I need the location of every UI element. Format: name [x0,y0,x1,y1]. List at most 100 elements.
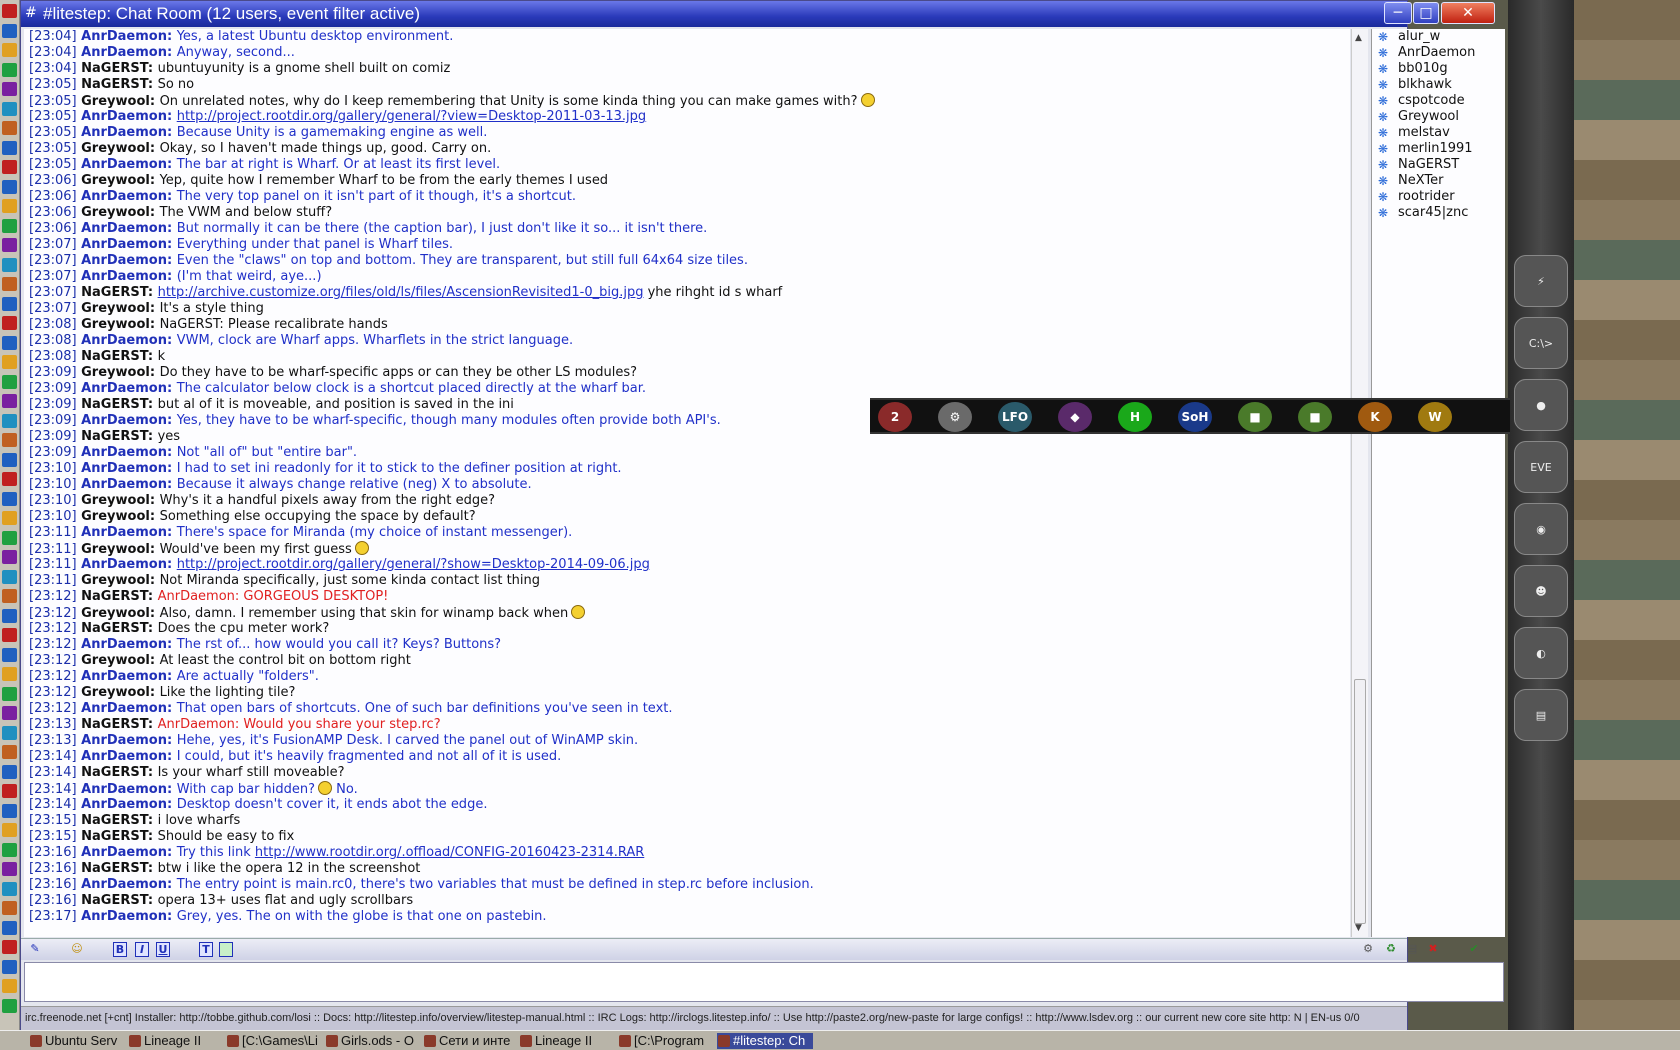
underline-button[interactable]: U [156,942,170,957]
wharf-shortcut[interactable]: 2 [878,402,912,432]
launcher-button[interactable] [2,686,17,701]
message-nick[interactable]: Greywool: [77,173,160,188]
launcher-button[interactable] [2,355,17,369]
message-nick[interactable]: AnrDaemon: [77,461,177,476]
user-list-item[interactable]: ❋ scar45|znc [1372,205,1505,221]
taskbar-button[interactable]: [C:\Program [618,1033,714,1049]
dock-tile[interactable]: ◐ [1514,627,1568,679]
cancel-icon[interactable]: ✖ [1426,942,1440,957]
scroll-up-arrow-icon[interactable]: ▲ [1355,33,1362,43]
message-link[interactable]: http://project.rootdir.org/gallery/gener… [177,109,646,124]
launcher-button[interactable] [2,628,17,642]
message-nick[interactable]: AnrDaemon: [77,125,177,140]
message-nick[interactable]: Greywool: [77,94,160,109]
settings-gear-icon[interactable]: ⚙ [1361,942,1375,957]
message-nick[interactable]: NaGERST: [77,829,158,844]
message-nick[interactable]: AnrDaemon: [77,157,177,172]
launcher-button[interactable] [2,959,17,974]
message-input[interactable] [25,963,1503,1001]
launcher-button[interactable] [2,335,17,350]
launcher-button[interactable] [2,121,17,135]
launcher-button[interactable] [2,706,17,720]
user-list-item[interactable]: ❋ cspotcode [1372,93,1505,109]
taskbar-button[interactable]: Ubuntu Serv [29,1033,125,1049]
taskbar-button[interactable]: Girls.ods - O [325,1033,421,1049]
list-icon[interactable]: ▤ [1405,942,1419,957]
message-nick[interactable]: NaGERST: [77,861,158,876]
message-nick[interactable]: AnrDaemon: [77,45,177,60]
launcher-button[interactable] [2,550,17,564]
launcher-button[interactable] [2,140,17,155]
filter-icon[interactable]: ♻ [1384,942,1398,957]
dock-tile[interactable]: ▤ [1514,689,1568,741]
launcher-button[interactable] [2,511,17,525]
message-nick[interactable]: Greywool: [77,141,160,156]
user-list-item[interactable]: ❋ Greywool [1372,109,1505,125]
launcher-button[interactable] [2,569,17,584]
dock-tile[interactable]: ☻ [1514,565,1568,617]
message-nick[interactable]: AnrDaemon: [77,477,177,492]
launcher-button[interactable] [2,881,17,896]
launcher-button[interactable] [2,179,17,194]
message-nick[interactable]: NaGERST: [77,589,158,604]
message-nick[interactable]: AnrDaemon: [77,637,177,652]
launcher-button[interactable] [2,784,17,798]
message-nick[interactable]: Greywool: [77,301,160,316]
message-nick[interactable]: AnrDaemon: [77,413,177,428]
launcher-button[interactable] [2,277,17,291]
history-icon[interactable]: ✎ [27,942,43,957]
user-list-item[interactable]: ❋ merlin1991 [1372,141,1505,157]
launcher-button[interactable] [2,764,17,779]
message-nick[interactable]: AnrDaemon: [77,669,177,684]
message-nick[interactable]: Greywool: [77,573,160,588]
wharf-shortcut[interactable]: H [1118,402,1152,432]
user-list-item[interactable]: ❋ NaGERST [1372,157,1505,173]
message-nick[interactable]: NaGERST: [77,349,158,364]
title-bar[interactable]: # #litestep: Chat Room (12 users, event … [21,1,1495,27]
user-list-item[interactable]: ❋ melstav [1372,125,1505,141]
taskbar-button[interactable]: [C:\Games\Li [226,1033,322,1049]
launcher-button[interactable] [2,394,17,408]
launcher-button[interactable] [2,920,17,935]
launcher-button[interactable] [2,413,17,428]
message-nick[interactable]: AnrDaemon: [77,701,177,716]
message-nick[interactable]: NaGERST: [77,717,158,732]
wharf-shortcut[interactable]: ⚙ [938,402,972,432]
message-nick[interactable]: NaGERST: [77,397,158,412]
dock-tile[interactable]: ◉ [1514,503,1568,555]
launcher-button[interactable] [2,452,17,467]
maximize-button[interactable]: □ [1413,2,1439,24]
close-button[interactable]: ✕ [1441,2,1495,24]
launcher-button[interactable] [2,842,17,857]
launcher-button[interactable] [2,23,17,38]
taskbar-button[interactable]: Lineage II [128,1033,224,1049]
message-nick[interactable]: NaGERST: [77,813,158,828]
message-nick[interactable]: AnrDaemon: [77,525,177,540]
launcher-button[interactable] [2,199,17,213]
message-nick[interactable]: AnrDaemon: [77,109,177,124]
message-nick[interactable]: AnrDaemon: [77,782,177,797]
launcher-button[interactable] [2,998,17,1013]
message-nick[interactable]: AnrDaemon: [77,797,177,812]
launcher-button[interactable] [2,901,17,915]
message-nick[interactable]: Greywool: [77,317,160,332]
launcher-button[interactable] [2,374,17,389]
dock-tile[interactable]: ● [1514,379,1568,431]
taskbar-button[interactable]: #litestep: Ch [717,1033,813,1049]
launcher-button[interactable] [2,823,17,837]
message-input-box[interactable] [24,962,1504,1002]
user-list-item[interactable]: ❋ AnrDaemon [1372,45,1505,61]
launcher-button[interactable] [2,979,17,993]
message-nick[interactable]: NaGERST: [77,77,158,92]
user-list-item[interactable]: ❋ alur_w [1372,29,1505,45]
launcher-button[interactable] [2,218,17,233]
message-nick[interactable]: AnrDaemon: [77,909,177,924]
launcher-button[interactable] [2,238,17,252]
message-nick[interactable]: AnrDaemon: [77,749,177,764]
message-nick[interactable]: NaGERST: [77,429,158,444]
launcher-button[interactable] [2,82,17,96]
dock-tile[interactable]: EVE [1514,441,1568,493]
launcher-button[interactable] [2,608,17,623]
message-nick[interactable]: Greywool: [77,365,160,380]
message-nick[interactable]: NaGERST: [77,893,158,908]
